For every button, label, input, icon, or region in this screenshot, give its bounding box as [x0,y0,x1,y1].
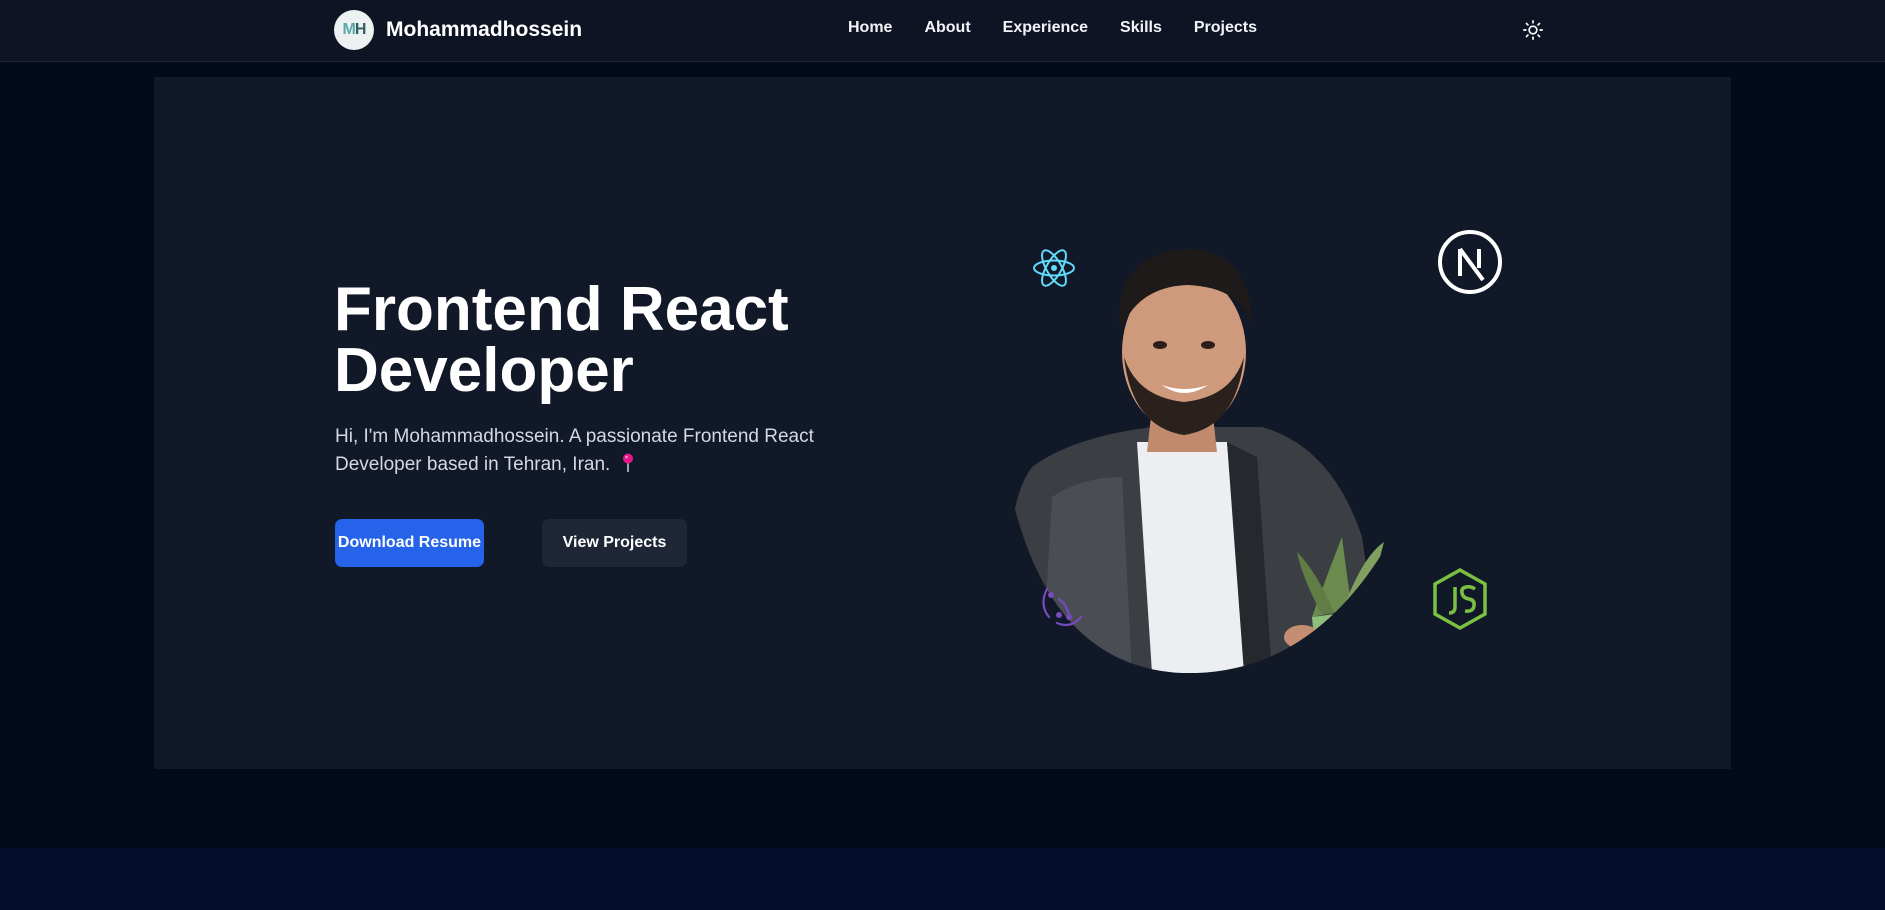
logo-letter-h: H [354,21,367,38]
view-projects-button[interactable]: View Projects [542,519,687,567]
redux-icon [1042,587,1083,627]
logo-letter-m: M [342,21,356,38]
hero-section: Frontend React Developer Hi, I'm Mohamma… [154,77,1731,769]
download-resume-button[interactable]: Download Resume [335,519,484,567]
brand-logo: MH [334,10,374,50]
navbar: MH Mohammadhossein Home About Experience… [0,0,1885,62]
brand-home-link[interactable]: MH Mohammadhossein [334,10,582,50]
nextjs-icon [1438,230,1502,294]
main-nav: Home About Experience Skills Projects [848,19,1257,37]
nav-home[interactable]: Home [848,19,892,37]
hero-title-line-1: Frontend React [334,275,789,344]
pin-icon [622,453,633,472]
hero-title-line-2: Developer [334,336,634,405]
hero-title: Frontend React Developer [334,279,854,402]
nav-about[interactable]: About [924,19,970,37]
nav-projects[interactable]: Projects [1194,19,1257,37]
nav-experience[interactable]: Experience [1003,19,1088,37]
nav-skills[interactable]: Skills [1120,19,1162,37]
brand-name: Mohammadhossein [386,18,583,41]
next-section-band [0,848,1885,910]
hero-description: Hi, I'm Mohammadhossein. A passionate Fr… [335,423,855,479]
sun-icon [1523,20,1543,40]
theme-toggle-button[interactable] [1519,16,1547,44]
react-icon [1033,249,1075,287]
hero-description-text: Hi, I'm Mohammadhossein. A passionate Fr… [335,426,814,475]
nodejs-icon [1433,567,1487,631]
